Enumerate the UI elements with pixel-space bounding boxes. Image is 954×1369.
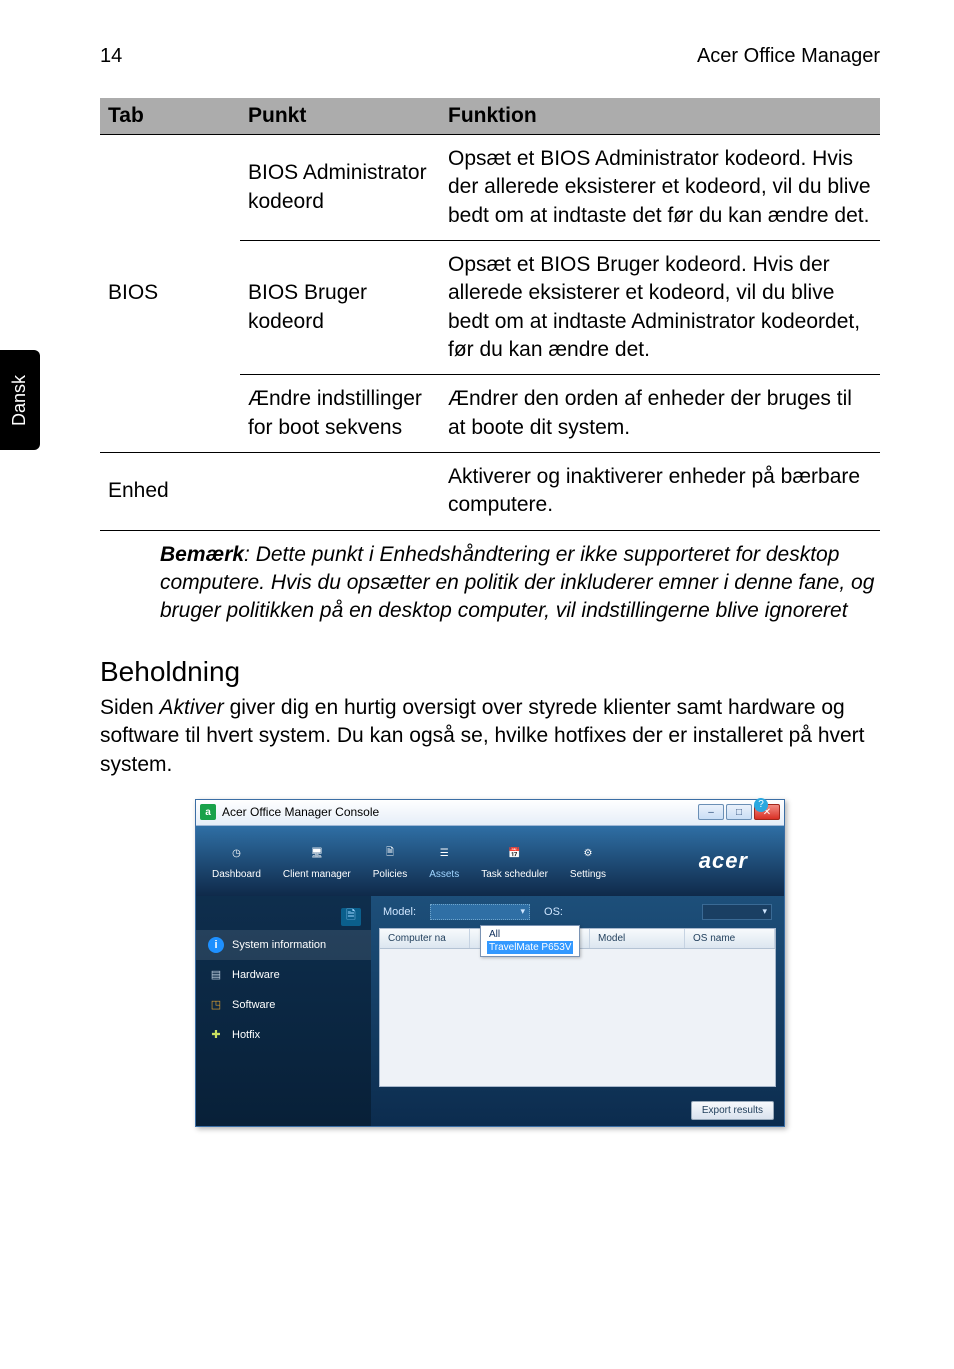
screenshot-container: a Acer Office Manager Console – □ ✕ ◷ Da… (100, 799, 880, 1127)
content-panel: Model: ▾ OS: ▾ All TravelMate P653V Comp… (371, 896, 784, 1126)
body-pre: Siden (100, 696, 160, 719)
app-title: Acer Office Manager (697, 45, 880, 68)
th-funktion: Funktion (440, 98, 880, 135)
col-model[interactable]: Model (590, 929, 685, 948)
punkt-boot: Ændre indstillinger for boot sekvens (240, 375, 440, 453)
ribbon: ◷ Dashboard 🖥 Client manager 🗎 Policies … (196, 826, 784, 896)
funk-enhed: Aktiverer og inaktiverer enheder på bærb… (440, 453, 880, 531)
funk-bios-admin: Opsæt et BIOS Administrator kodeord. Hvi… (440, 135, 880, 241)
ribbon-label: Policies (373, 869, 407, 880)
export-results-button[interactable]: Export results (691, 1101, 774, 1120)
policies-icon: 🗎 (376, 841, 404, 865)
sidebar-item-label: Software (232, 999, 275, 1011)
help-icon[interactable]: ? (754, 798, 768, 812)
dashboard-icon: ◷ (222, 841, 250, 865)
sidebar-toolbar: 🗎 (196, 904, 371, 930)
sidebar-item-label: System information (232, 939, 326, 951)
dropdown-option-all[interactable]: All (487, 928, 573, 941)
note-text: : Dette punkt i Enhedshåndtering er ikke… (160, 543, 874, 623)
ribbon-label: Settings (570, 869, 606, 880)
model-dropdown-popup[interactable]: All TravelMate P653V (480, 925, 580, 957)
hotfix-icon: ✚ (208, 1027, 224, 1043)
ribbon-task-scheduler[interactable]: 📅 Task scheduler (481, 841, 548, 880)
bios-table: Tab Punkt Funktion BIOS BIOS Administrat… (100, 98, 880, 531)
app-body: 🗎 i System information ▤ Hardware ◳ Soft… (196, 896, 784, 1126)
language-tab: Dansk (0, 350, 40, 450)
assets-icon: ☰ (430, 841, 458, 865)
app-icon: a (200, 804, 216, 820)
os-label: OS: (544, 906, 563, 918)
brand-logo: acer (699, 848, 748, 874)
funk-boot: Ændrer den orden af enheder der bruges t… (440, 375, 880, 453)
document-icon[interactable]: 🗎 (341, 908, 361, 926)
minimize-button[interactable]: – (698, 804, 724, 820)
filter-row: Model: ▾ OS: ▾ (371, 896, 784, 928)
model-dropdown[interactable]: ▾ (430, 904, 530, 920)
dropdown-option-travelmate[interactable]: TravelMate P653V (487, 941, 573, 954)
ribbon-label: Client manager (283, 869, 351, 880)
section-body: Siden Aktiver giver dig en hurtig oversi… (100, 694, 880, 779)
th-tab: Tab (100, 98, 240, 135)
footer-row: Export results (371, 1095, 784, 1126)
punkt-bios-admin: BIOS Administrator kodeord (240, 135, 440, 241)
chevron-down-icon: ▾ (521, 906, 526, 917)
client-icon: 🖥 (303, 841, 331, 865)
software-icon: ◳ (208, 997, 224, 1013)
info-icon: i (208, 937, 224, 953)
th-punkt: Punkt (240, 98, 440, 135)
note-bold: Bemærk (160, 543, 244, 566)
gear-icon: ⚙ (574, 841, 602, 865)
punkt-enhed (240, 453, 440, 531)
header-line: 14 Acer Office Manager (100, 45, 880, 68)
ribbon-items: ◷ Dashboard 🖥 Client manager 🗎 Policies … (212, 841, 606, 880)
section-heading: Beholdning (100, 656, 880, 688)
ribbon-label: Dashboard (212, 869, 261, 880)
col-os-name[interactable]: OS name (685, 929, 775, 948)
window-title: Acer Office Manager Console (222, 805, 379, 819)
results-grid: All TravelMate P653V Computer na Model O… (379, 928, 776, 1087)
sidebar-item-system-information[interactable]: i System information (196, 930, 371, 960)
secondary-dropdown[interactable]: ▾ (702, 904, 772, 920)
col-computer-name[interactable]: Computer na (380, 929, 470, 948)
ribbon-assets[interactable]: ☰ Assets (429, 841, 459, 880)
sidebar-item-hardware[interactable]: ▤ Hardware (196, 960, 371, 990)
ribbon-policies[interactable]: 🗎 Policies (373, 841, 407, 880)
scheduler-icon: 📅 (501, 841, 529, 865)
titlebar: a Acer Office Manager Console – □ ✕ (196, 800, 784, 826)
note-paragraph: Bemærk: Dette punkt i Enhedshåndtering e… (160, 541, 880, 626)
ribbon-label: Task scheduler (481, 869, 548, 880)
body-em: Aktiver (160, 696, 224, 719)
hardware-icon: ▤ (208, 967, 224, 983)
sidebar-item-label: Hotfix (232, 1029, 260, 1041)
chevron-down-icon: ▾ (762, 906, 767, 917)
tab-bios: BIOS (100, 135, 240, 453)
language-label: Dansk (10, 374, 31, 425)
app-window: a Acer Office Manager Console – □ ✕ ◷ Da… (195, 799, 785, 1127)
funk-bios-bruger: Opsæt et BIOS Bruger kodeord. Hvis der a… (440, 241, 880, 375)
sidebar-item-label: Hardware (232, 969, 280, 981)
punkt-bios-bruger: BIOS Bruger kodeord (240, 241, 440, 375)
sidebar: 🗎 i System information ▤ Hardware ◳ Soft… (196, 896, 371, 1126)
page-number: 14 (100, 45, 122, 68)
ribbon-dashboard[interactable]: ◷ Dashboard (212, 841, 261, 880)
page-content: 14 Acer Office Manager Tab Punkt Funktio… (100, 45, 880, 1127)
tab-enhed: Enhed (100, 453, 240, 531)
sidebar-item-software[interactable]: ◳ Software (196, 990, 371, 1020)
model-label: Model: (383, 906, 416, 918)
sidebar-item-hotfix[interactable]: ✚ Hotfix (196, 1020, 371, 1050)
ribbon-settings[interactable]: ⚙ Settings (570, 841, 606, 880)
maximize-button[interactable]: □ (726, 804, 752, 820)
ribbon-client-manager[interactable]: 🖥 Client manager (283, 841, 351, 880)
titlebar-left: a Acer Office Manager Console (200, 804, 379, 820)
ribbon-label: Assets (429, 869, 459, 880)
